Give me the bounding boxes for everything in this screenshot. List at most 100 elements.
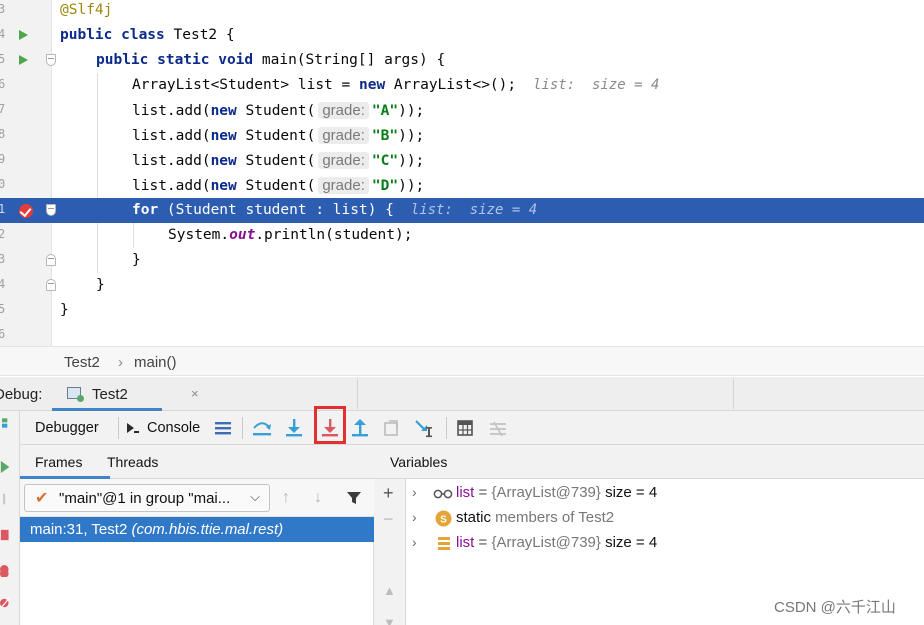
frame-method: main:31, Test2 [30, 521, 132, 538]
arrow-up-icon[interactable]: ↑ [282, 489, 290, 507]
code-text: list.add(new Student(grade: "C")); [132, 151, 424, 171]
run-gutter-icon[interactable] [19, 30, 28, 40]
code-text: @Slf4j [60, 1, 112, 20]
code-line[interactable]: 3} [0, 248, 924, 273]
code-token: main(String[] args) { [261, 52, 446, 68]
header-divider [733, 379, 734, 409]
code-line[interactable]: 5 public static void main(String[] args) … [0, 48, 924, 73]
fold-marker-icon[interactable] [46, 279, 56, 291]
check-icon: ✔ [35, 490, 49, 507]
indent-guide [97, 223, 98, 248]
mute-breakpoints-icon[interactable] [0, 597, 12, 609]
toolbar-separator [118, 417, 119, 439]
code-line[interactable]: 6 ArrayList<Student> list = new ArrayList… [0, 73, 924, 98]
code-token: "C" [371, 153, 399, 169]
current-execution-line[interactable]: 1 for (Student student : list) { list: si… [0, 198, 924, 223]
code-line[interactable]: 6 [0, 323, 924, 348]
variable-value: size = 4 [600, 534, 658, 551]
code-text: public class Test2 { [60, 26, 235, 45]
expand-caret-icon[interactable]: › [412, 484, 417, 500]
fold-marker-icon[interactable] [46, 54, 56, 66]
stop-icon[interactable] [0, 529, 12, 541]
code-editor[interactable]: 3 @Slf4j 4 public class Test2 {5 public stat… [0, 0, 924, 346]
pause-icon[interactable] [0, 493, 12, 505]
close-icon[interactable]: × [191, 386, 199, 401]
inline-debug-value: list: size = 4 [393, 202, 538, 218]
resume-icon[interactable] [0, 461, 12, 473]
code-token: )); [398, 128, 425, 144]
expand-caret-icon[interactable]: › [412, 509, 417, 525]
trace-stream-icon[interactable] [485, 415, 511, 441]
indent-guide [97, 148, 98, 173]
frames-panel: Frames Threads ✔ "main"@1 in group "mai.… [20, 445, 374, 625]
variable-row[interactable]: › list = {ArrayList@739} size = 4 [406, 531, 924, 556]
parameter-hint: grade: [318, 127, 369, 144]
tab-debugger[interactable]: Debugger [35, 420, 99, 436]
code-line[interactable]: 3 @Slf4j [0, 0, 924, 23]
code-token: @Slf4j [60, 2, 113, 18]
code-line[interactable]: 5} [0, 298, 924, 323]
variables-title: Variables [390, 454, 448, 470]
breadcrumb-method[interactable]: main() [134, 354, 177, 371]
code-token: "B" [371, 128, 399, 144]
drop-frame-icon[interactable] [379, 415, 405, 441]
code-line[interactable]: 8 list.add(new Student(grade: "B")); [0, 123, 924, 148]
code-token: Student( [245, 128, 316, 144]
code-text: list.add(new Student(grade: "D")); [132, 176, 424, 196]
variable-text: list = {ArrayList@739} size = 4 [456, 484, 657, 501]
move-up-icon[interactable]: ▲ [383, 583, 396, 598]
arrow-down-icon[interactable]: ↓ [314, 489, 322, 507]
fold-marker-icon[interactable] [46, 204, 56, 216]
breadcrumb-separator: › [118, 354, 123, 371]
code-line[interactable]: 4} [0, 273, 924, 298]
step-out-icon[interactable] [347, 415, 373, 441]
breakpoint-icon[interactable] [19, 204, 33, 218]
line-number: 3 [0, 252, 6, 266]
add-watch-icon[interactable]: + [383, 483, 394, 504]
tab-threads[interactable]: Threads [107, 454, 158, 470]
code-token: } [96, 277, 105, 293]
code-token: static [157, 52, 219, 68]
code-line[interactable]: 7 list.add(new Student(grade: "A")); [0, 98, 924, 123]
breadcrumb-class[interactable]: Test2 [64, 354, 100, 371]
code-text: } [132, 251, 141, 270]
code-line[interactable]: 4 public class Test2 { [0, 23, 924, 48]
line-number: 5 [0, 52, 6, 66]
step-over-icon[interactable] [249, 415, 275, 441]
tab-test2[interactable]: Test2 × [52, 377, 199, 411]
remove-watch-icon[interactable]: − [383, 509, 394, 530]
rerun-icon[interactable] [0, 417, 12, 429]
filter-icon[interactable] [346, 490, 362, 506]
code-token: list.add( [132, 153, 211, 169]
tab-frames[interactable]: Frames [35, 454, 82, 470]
fold-marker-icon[interactable] [46, 254, 56, 266]
force-step-into-icon[interactable] [317, 415, 343, 441]
variable-name: list [456, 534, 475, 551]
thread-select[interactable]: ✔ "main"@1 in group "mai... ⌵ [24, 484, 270, 512]
indent-guide [97, 73, 98, 98]
evaluate-expression-icon[interactable] [452, 415, 478, 441]
code-token: } [132, 252, 141, 268]
view-breakpoints-icon[interactable] [0, 565, 12, 577]
line-number: 2 [0, 227, 6, 241]
variable-row[interactable]: › S static members of Test2 [406, 506, 924, 531]
code-line[interactable]: 0 list.add(new Student(grade: "D")); [0, 173, 924, 198]
stack-frame-label: main:31, Test2 (com.hbis.ttie.mal.rest) [30, 521, 283, 538]
run-to-cursor-icon[interactable] [411, 415, 437, 441]
code-token: new [210, 153, 246, 169]
show-execution-point-icon[interactable] [210, 415, 236, 441]
tab-console[interactable]: Console [147, 420, 200, 436]
step-into-icon[interactable] [281, 415, 307, 441]
run-gutter-icon[interactable] [19, 55, 28, 65]
parameter-hint: grade: [318, 177, 369, 194]
svg-text:S: S [440, 515, 447, 526]
code-line[interactable]: 9 list.add(new Student(grade: "C")); [0, 148, 924, 173]
variable-type: {ArrayList@739} [491, 484, 601, 501]
variable-row[interactable]: › list = {ArrayList@739} size = 4 [406, 481, 924, 506]
tab-label: Test2 [92, 386, 128, 403]
stack-frame-row[interactable]: main:31, Test2 (com.hbis.ttie.mal.rest) [20, 517, 374, 542]
expand-caret-icon[interactable]: › [412, 534, 417, 550]
code-token: Student( [245, 153, 316, 169]
move-down-icon[interactable]: ▼ [383, 615, 396, 625]
code-line[interactable]: 2 System.out.println(student); [0, 223, 924, 248]
